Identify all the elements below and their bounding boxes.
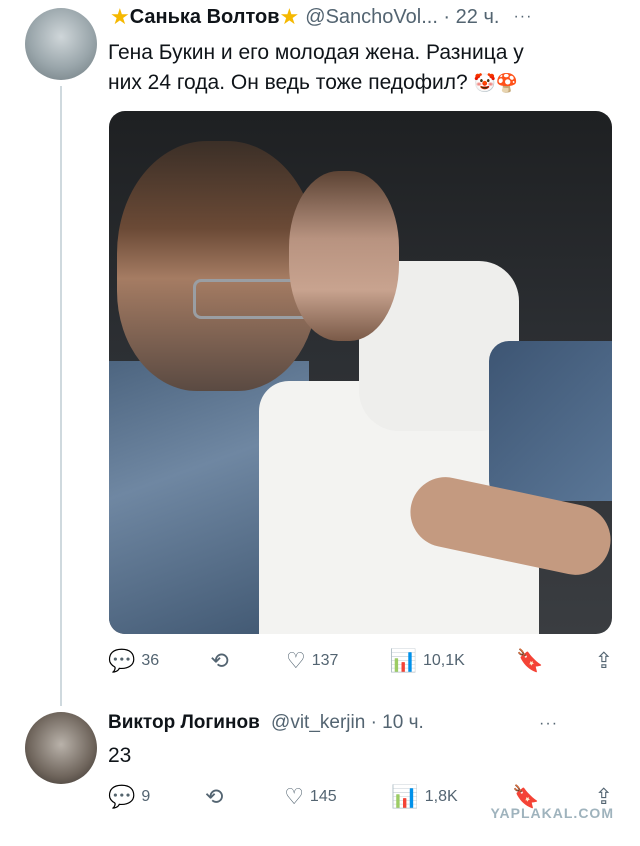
- reply-like-count: 145: [309, 788, 337, 805]
- like-button[interactable]: ♡ 137: [286, 650, 338, 672]
- reply-view-count: 1,8K: [424, 788, 458, 805]
- retweet-button[interactable]: ⟲: [210, 650, 234, 672]
- views-button[interactable]: 📊 10,1K: [390, 650, 465, 672]
- reply-handle-time[interactable]: @vit_kerjin · 10 ч.: [271, 712, 424, 733]
- views-icon: 📊: [389, 648, 417, 673]
- retweet-icon: ⟲: [205, 784, 224, 809]
- reply-retweet-button[interactable]: ⟲: [205, 786, 229, 808]
- heart-icon: ♡: [285, 648, 306, 673]
- more-options-icon[interactable]: ···: [513, 8, 532, 26]
- reply-avatar[interactable]: [25, 712, 97, 784]
- star-icon: ★: [279, 4, 300, 29]
- reply-like-button[interactable]: ♡ 145: [284, 786, 336, 808]
- share-button[interactable]: ⇪: [595, 650, 613, 672]
- reply-reply-button[interactable]: 💬 9: [108, 786, 150, 808]
- star-icon: ★: [110, 4, 130, 29]
- view-count: 10,1K: [423, 652, 465, 669]
- reply-button[interactable]: 💬 36: [108, 650, 159, 672]
- tweet-photo[interactable]: [109, 111, 612, 634]
- reply-views-button[interactable]: 📊 1,8K: [391, 786, 457, 808]
- reply-text: 23: [108, 744, 132, 767]
- tweet-header: ★ Санька Волтов ★ @SanchoVol... · 22 ч. …: [110, 4, 532, 30]
- reply-count: 36: [141, 652, 160, 669]
- bookmark-button[interactable]: 🔖: [516, 650, 543, 672]
- bookmark-icon: 🔖: [515, 648, 544, 673]
- avatar[interactable]: [25, 8, 97, 80]
- watermark: YAPLAKAL.COM: [490, 805, 614, 821]
- emoji: 🤡🍄: [473, 73, 519, 93]
- comment-icon: 💬: [108, 648, 136, 673]
- reply-more-options-icon[interactable]: ···: [539, 715, 558, 732]
- tweet-text-line: Гена Букин и его молодая жена. Разница у: [108, 41, 524, 64]
- reply-reply-count: 9: [141, 788, 151, 805]
- tweet-actions: 💬 36 ⟲ ♡ 137 📊 10,1K 🔖 ⇪: [108, 650, 613, 672]
- tweet-text-line: них 24 года. Он ведь тоже педофил?: [108, 71, 468, 94]
- share-icon: ⇪: [594, 648, 613, 673]
- display-name[interactable]: Санька Волтов: [130, 6, 280, 29]
- views-icon: 📊: [391, 784, 419, 809]
- like-count: 137: [311, 652, 339, 669]
- thread-line: [60, 86, 62, 706]
- heart-icon: ♡: [284, 784, 304, 809]
- comment-icon: 💬: [108, 784, 136, 809]
- reply-header: Виктор Логинов @vit_kerjin · 10 ч. ···: [108, 712, 558, 734]
- reply-display-name[interactable]: Виктор Логинов: [108, 712, 260, 733]
- tweet-text: Гена Букин и его молодая жена. Разница у…: [108, 38, 608, 98]
- handle-time[interactable]: @SanchoVol... · 22 ч.: [305, 6, 499, 29]
- retweet-icon: ⟲: [210, 648, 229, 673]
